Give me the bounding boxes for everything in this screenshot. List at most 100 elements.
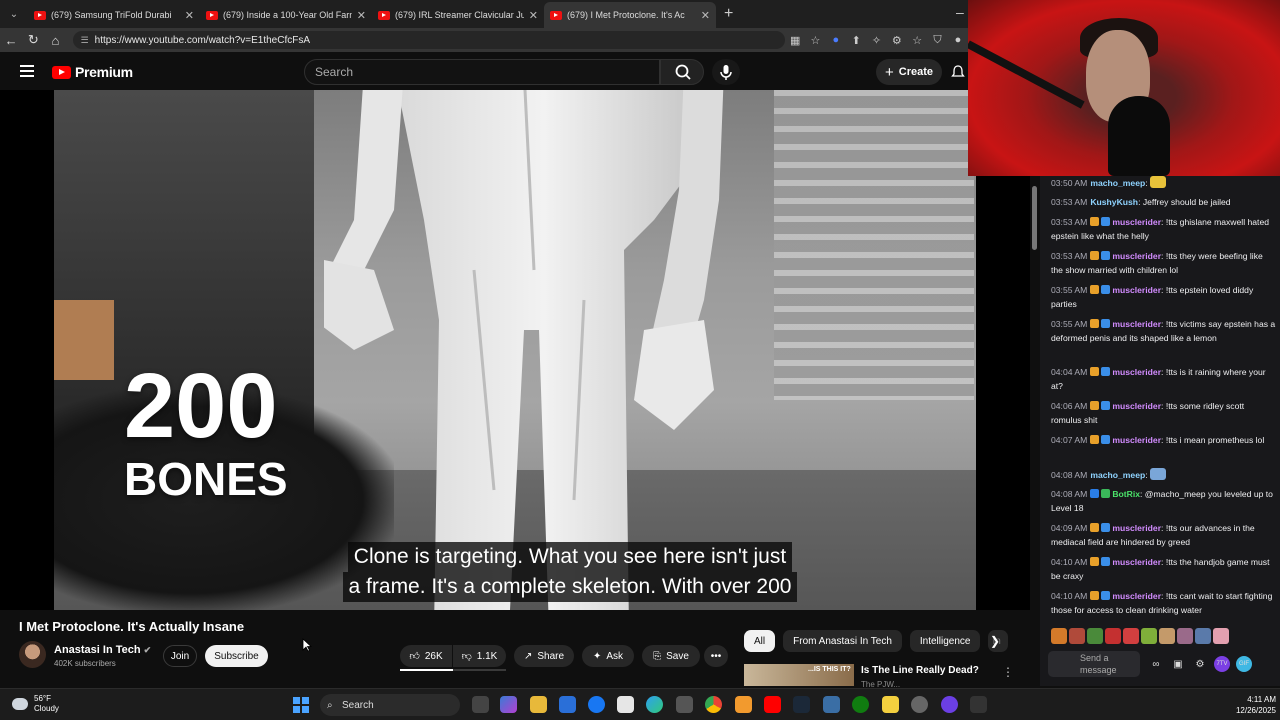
channel-avatar[interactable] [19, 641, 46, 668]
reload-icon[interactable]: ↻ [22, 32, 44, 48]
emote[interactable] [1177, 628, 1193, 644]
extension-icon[interactable]: ● [826, 34, 846, 46]
steam-icon[interactable] [793, 696, 810, 713]
store-app-icon[interactable] [559, 696, 576, 713]
drop-badge-icon[interactable] [1101, 435, 1111, 444]
drop-badge-icon[interactable] [1101, 319, 1111, 328]
kebab-menu-icon[interactable]: ⋮ [1002, 665, 1014, 679]
drop-badge-icon[interactable] [1101, 217, 1111, 226]
close-tab-icon[interactable]: ✕ [529, 9, 538, 22]
7tv-icon[interactable]: 7TV [1214, 656, 1230, 672]
emote[interactable] [1051, 628, 1067, 644]
search-input[interactable]: Search [304, 59, 660, 85]
weather-widget[interactable]: 56°F Cloudy [12, 694, 59, 714]
amazon-icon[interactable] [617, 696, 634, 713]
crown-badge-icon[interactable] [1090, 557, 1100, 566]
url-field[interactable]: ☰ https://www.youtube.com/watch?v=E1theC… [72, 31, 785, 49]
voice-search-button[interactable] [712, 59, 740, 85]
crown-badge-icon[interactable] [1090, 401, 1100, 410]
video-player[interactable]: 200 BONES Clone is targeting. What you s… [0, 90, 1030, 610]
drop-badge-icon[interactable] [1101, 591, 1111, 600]
users-icon[interactable]: ∞ [1148, 656, 1164, 672]
chat-emote[interactable] [1150, 468, 1167, 480]
ask-button[interactable]: ✦ Ask [582, 645, 634, 667]
taskbar-clock[interactable]: 4:11 AM 12/26/2025 [1232, 694, 1276, 716]
extension-icon[interactable]: ✧ [866, 34, 886, 47]
chip-all[interactable]: All [744, 630, 776, 652]
chat-username[interactable]: KushyKush [1090, 197, 1138, 207]
chat-username[interactable]: musclerider [1112, 435, 1161, 445]
crown-badge-icon[interactable] [1090, 367, 1100, 376]
create-button[interactable]: + Create [876, 59, 942, 85]
page-scrollbar[interactable] [1030, 176, 1040, 686]
chrome-icon[interactable] [705, 696, 722, 713]
green-badge-icon[interactable] [1101, 489, 1111, 498]
settings-gear-icon[interactable]: ⚙ [1192, 656, 1208, 672]
crown-badge-icon[interactable] [1090, 217, 1100, 226]
store-icon[interactable]: ▣ [1170, 656, 1186, 672]
recommendation-thumbnail[interactable]: ...IS THIS IT? [744, 664, 854, 686]
app-icon[interactable] [823, 696, 840, 713]
extension-icon[interactable]: ⬆ [846, 34, 866, 47]
browser-tab[interactable]: (679) Inside a 100-Year Old Farm T ✕ [200, 2, 372, 28]
task-view-icon[interactable] [472, 696, 489, 713]
terminal-icon[interactable] [970, 696, 987, 713]
chip-from-channel[interactable]: From Anastasi In Tech [783, 630, 902, 652]
copilot-icon[interactable] [500, 696, 517, 713]
app-icon[interactable]: ▦ [785, 34, 805, 47]
channel-name[interactable]: Anastasi In Tech ✔ [54, 644, 151, 656]
emote[interactable] [1141, 628, 1157, 644]
scrollbar-thumb[interactable] [1032, 186, 1037, 250]
chat-username[interactable]: musclerider [1112, 591, 1161, 601]
video-frame[interactable]: 200 BONES Clone is targeting. What you s… [54, 90, 976, 610]
drop-badge-icon[interactable] [1101, 367, 1111, 376]
chat-emote[interactable] [1150, 176, 1167, 188]
browser-tab[interactable]: (679) Samsung TriFold Durabi ✕ [28, 2, 200, 28]
browser-tab-active[interactable]: (679) I Met Protoclone. It's Ac ✕ [544, 2, 716, 28]
youtube-app-icon[interactable] [764, 696, 781, 713]
recommendation-title[interactable]: Is The Line Really Dead? [861, 665, 979, 676]
chat-username[interactable]: musclerider [1112, 401, 1161, 411]
youtube-logo[interactable]: Premium [52, 64, 133, 80]
chat-username[interactable]: musclerider [1112, 285, 1161, 295]
emote[interactable] [1213, 628, 1229, 644]
notes-icon[interactable] [882, 696, 899, 713]
join-button[interactable]: Join [163, 645, 197, 667]
chat-username[interactable]: musclerider [1112, 557, 1161, 567]
blue-badge-icon[interactable] [1090, 489, 1100, 498]
facebook-icon[interactable] [588, 696, 605, 713]
search-button[interactable] [660, 59, 704, 85]
browser-tab[interactable]: (679) IRL Streamer Clavicular Just ✕ [372, 2, 544, 28]
chat-username[interactable]: macho_meep [1090, 178, 1145, 188]
profile-avatar-icon[interactable]: ● [948, 34, 968, 46]
emote[interactable] [1069, 628, 1085, 644]
vlc-icon[interactable] [735, 696, 752, 713]
close-tab-icon[interactable]: ✕ [185, 9, 194, 22]
drop-badge-icon[interactable] [1101, 401, 1111, 410]
home-icon[interactable]: ⌂ [44, 33, 66, 48]
new-tab-icon[interactable]: + [716, 5, 741, 23]
edge-browser-icon[interactable] [646, 696, 663, 713]
subscribe-button[interactable]: Subscribe [205, 645, 268, 667]
close-tab-icon[interactable]: ✕ [357, 9, 366, 22]
crown-badge-icon[interactable] [1090, 319, 1100, 328]
chat-username[interactable]: musclerider [1112, 367, 1161, 377]
emote[interactable] [1159, 628, 1175, 644]
crown-badge-icon[interactable] [1090, 523, 1100, 532]
drop-badge-icon[interactable] [1101, 557, 1111, 566]
xbox-icon[interactable] [852, 696, 869, 713]
crown-badge-icon[interactable] [1090, 591, 1100, 600]
windows-start-icon[interactable] [293, 697, 309, 713]
bookmark-star-icon[interactable]: ☆ [805, 34, 825, 47]
menu-hamburger-icon[interactable] [20, 65, 34, 77]
favorites-icon[interactable]: ☆ [907, 34, 927, 47]
back-icon[interactable]: ← [0, 33, 22, 48]
file-explorer-icon[interactable] [530, 696, 547, 713]
chat-username[interactable]: macho_meep [1090, 470, 1145, 480]
minimize-icon[interactable]: – [956, 4, 964, 20]
close-tab-icon[interactable]: ✕ [701, 9, 710, 22]
dislike-button[interactable]: 👎︎ 1.1K [453, 645, 506, 667]
crown-badge-icon[interactable] [1090, 251, 1100, 260]
chat-username[interactable]: musclerider [1112, 251, 1161, 261]
gif-icon[interactable]: GIF [1236, 656, 1252, 672]
